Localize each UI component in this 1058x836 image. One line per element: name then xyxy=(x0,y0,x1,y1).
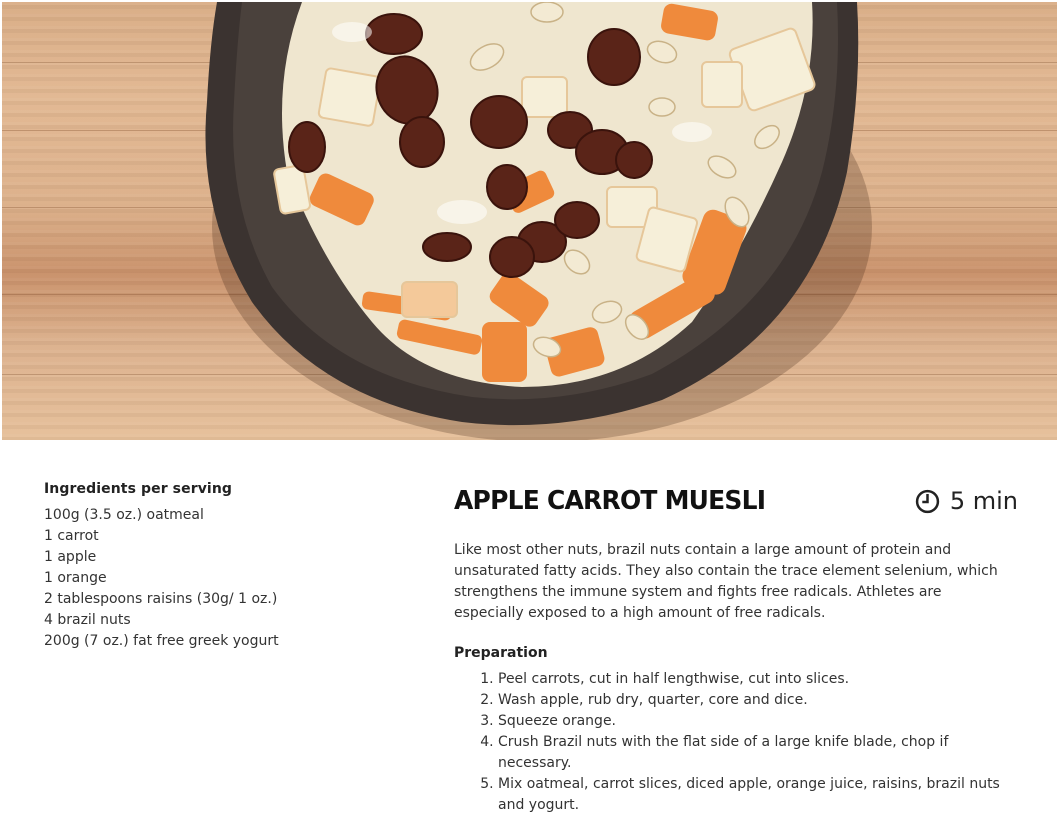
prep-time: 5 min xyxy=(915,487,1018,515)
ingredient-item: 2 tablespoons raisins (30g/ 1 oz.) xyxy=(44,591,278,607)
ingredient-item: 1 orange xyxy=(44,570,107,586)
preparation-step: Peel carrots, cut in half lengthwise, cu… xyxy=(498,669,1018,690)
preparation-steps: Peel carrots, cut in half lengthwise, cu… xyxy=(454,669,1018,816)
ingredient-item: 100g (3.5 oz.) oatmeal xyxy=(44,507,204,523)
ingredient-item: 1 carrot xyxy=(44,528,99,544)
preparation-step: Crush Brazil nuts with the flat side of … xyxy=(498,732,1018,774)
clock-icon xyxy=(915,489,940,513)
recipe-description: Like most other nuts, brazil nuts contai… xyxy=(454,542,998,621)
preparation-heading: Preparation xyxy=(454,645,548,661)
preparation-step: Mix oatmeal, carrot slices, diced apple,… xyxy=(498,774,1018,816)
ingredients-heading: Ingredients per serving xyxy=(44,481,233,497)
ingredients-section: Ingredients per serving 100g (3.5 oz.) o… xyxy=(44,481,424,652)
prep-time-label: 5 min xyxy=(949,487,1018,515)
ingredient-item: 4 brazil nuts xyxy=(44,612,131,628)
muesli-bowl-illustration xyxy=(205,2,872,440)
ingredients-list: 100g (3.5 oz.) oatmeal 1 carrot 1 apple … xyxy=(44,505,424,652)
ingredient-item: 200g (7 oz.) fat free greek yogurt xyxy=(44,633,279,649)
recipe-header: APPLE CARROT MUESLI 5 min xyxy=(454,484,1018,518)
ingredient-item: 1 apple xyxy=(44,549,97,565)
recipe-hero-image xyxy=(2,2,1057,440)
recipe-title: APPLE CARROT MUESLI xyxy=(454,486,766,516)
preparation-step: Squeeze orange. xyxy=(498,711,1018,732)
recipe-section: APPLE CARROT MUESLI 5 min Like most othe… xyxy=(454,484,1018,816)
preparation-step: Wash apple, rub dry, quarter, core and d… xyxy=(498,690,1018,711)
